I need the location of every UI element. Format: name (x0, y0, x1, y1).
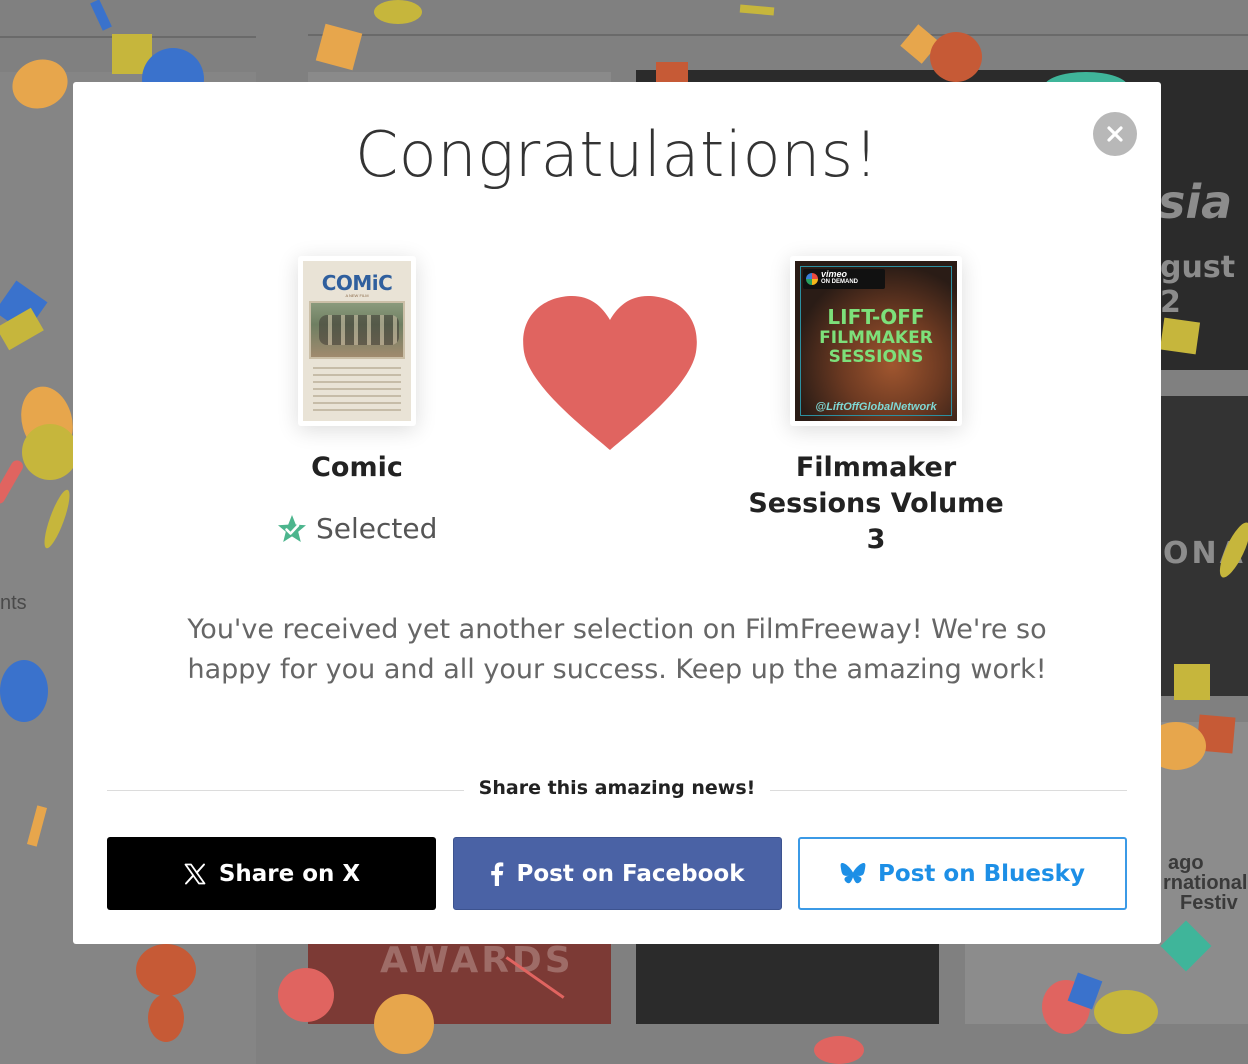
confetti (1094, 990, 1158, 1034)
confetti (148, 994, 184, 1042)
confetti (930, 32, 982, 82)
film-title: Comic (311, 452, 403, 483)
festival-poster-line3: SESSIONS (828, 347, 924, 367)
post-on-facebook-label: Post on Facebook (516, 860, 745, 887)
festival-poster: vimeo ON DEMAND LIFT-OFF FILMMAKER SESSI… (790, 256, 962, 426)
congratulations-modal: Congratulations! COMiC A NEW FILM Comic … (73, 82, 1161, 944)
post-on-facebook-button[interactable]: Post on Facebook (453, 837, 782, 910)
film-poster-photo (309, 301, 405, 359)
festival-title: Filmmaker Sessions Volume 3 (726, 450, 1026, 558)
confetti (374, 994, 434, 1054)
film-poster-tagline: A NEW FILM (345, 293, 369, 298)
background-sidebar-text: nts (0, 592, 27, 614)
post-on-bluesky-button[interactable]: Post on Bluesky (798, 837, 1127, 910)
selection-status: Selected (276, 512, 437, 545)
background-festival-card (636, 944, 939, 1024)
background-awards-card: AWARDS (308, 940, 611, 1024)
background-divider (308, 34, 1248, 36)
facebook-icon (491, 861, 504, 886)
vimeo-badge-line1: vimeo (821, 269, 848, 279)
festival-title-line: 3 (866, 524, 886, 555)
confetti (315, 23, 363, 71)
film-poster: COMiC A NEW FILM (298, 256, 416, 426)
confetti (0, 660, 48, 722)
confetti (90, 0, 112, 31)
film-poster-credits (313, 367, 401, 413)
heart-icon (523, 296, 697, 450)
confetti (656, 62, 688, 84)
bluesky-butterfly-icon (840, 862, 866, 883)
film-poster-logo: COMiC (321, 271, 393, 295)
share-heading: Share this amazing news! (478, 777, 756, 799)
share-on-x-button[interactable]: Share on X (107, 837, 436, 910)
x-logo-icon (184, 863, 206, 884)
confetti (814, 1036, 864, 1064)
festival-title-line: Sessions Volume (748, 488, 1004, 519)
background-awards-text: AWARDS (380, 940, 574, 981)
confetti (374, 0, 422, 24)
background-card-text: Festiv (1180, 892, 1238, 914)
festival-poster-line2: FILMMAKER (819, 328, 933, 348)
confetti (739, 4, 775, 16)
festival-poster-handle: @LiftOffGlobalNetwork (815, 401, 937, 413)
confetti (22, 424, 78, 480)
congratulations-message: You've received yet another selection on… (187, 614, 1047, 685)
vimeo-badge: vimeo ON DEMAND (803, 269, 885, 289)
share-on-x-label: Share on X (218, 860, 361, 887)
confetti (1159, 317, 1201, 355)
modal-title: Congratulations! (355, 118, 879, 191)
confetti (278, 968, 334, 1022)
festival-title-line: Filmmaker (795, 452, 957, 483)
selection-status-label: Selected (316, 512, 438, 545)
confetti (136, 944, 196, 996)
background-card (308, 72, 611, 82)
background-card-text: gust 2 (1160, 250, 1236, 320)
vimeo-badge-line2: ON DEMAND (821, 279, 858, 285)
star-check-icon (278, 514, 306, 542)
confetti (1174, 664, 1210, 700)
background-card-text: sia (1158, 175, 1233, 229)
festival-poster-line1: LIFT-OFF (827, 305, 925, 329)
post-on-bluesky-label: Post on Bluesky (878, 860, 1085, 887)
divider-right (770, 790, 1127, 791)
